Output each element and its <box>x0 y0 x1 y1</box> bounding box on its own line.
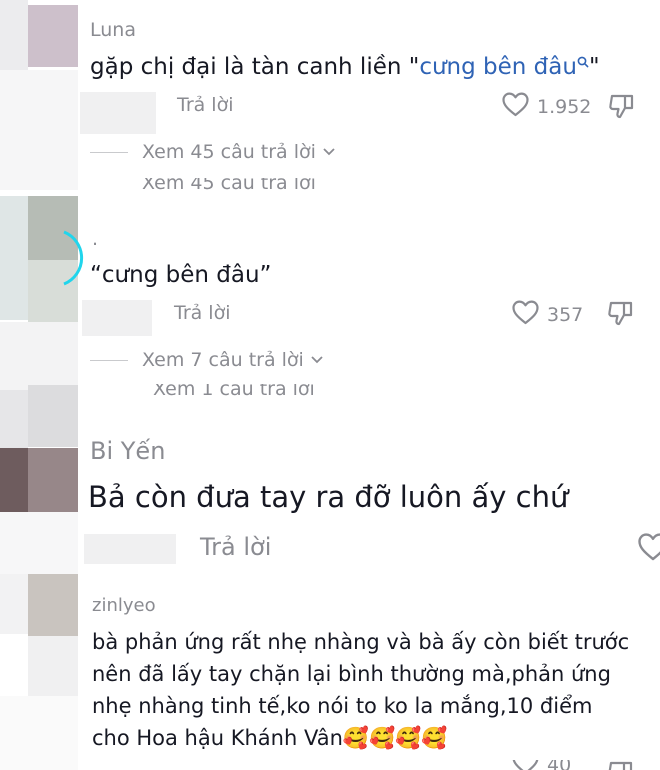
comment-line: nên đã lấy tay chặn lại bình thường mà,p… <box>92 662 611 686</box>
avatar-zinlyeo-left <box>0 574 28 634</box>
like-button[interactable]: 1.952 <box>502 92 591 122</box>
comment-text: gặp chị đại là tàn canh liền "cưng bên đ… <box>90 54 600 80</box>
comment-line: bà phản ứng rất nhẹ nhàng và bà ấy còn b… <box>92 630 630 654</box>
comment-username[interactable]: zinlyeo <box>92 595 156 616</box>
like-button[interactable]: 357 <box>512 300 583 330</box>
comment-username[interactable]: . <box>92 228 98 250</box>
dislike-icon[interactable] <box>607 300 635 331</box>
live-ring-icon <box>60 228 86 293</box>
avatar-strip-c <box>0 512 78 574</box>
view-replies-label: Xem 7 câu trả lời <box>142 349 304 371</box>
avatar-zinlyeo <box>28 574 78 636</box>
avatar-biyen-upper-left <box>0 390 28 448</box>
heart-icon[interactable] <box>502 92 529 122</box>
avatar-biyen-left <box>0 448 28 512</box>
comment-text: “cưng bên đâu” <box>90 262 272 288</box>
dislike-icon[interactable] <box>608 93 636 124</box>
like-count: 40 <box>547 760 571 770</box>
avatar-strip-a <box>0 70 78 190</box>
like-button[interactable]: 40 <box>512 760 571 770</box>
comment-line: nhẹ nhàng tinh tế,ko nói to ko la mắng,1… <box>92 694 593 718</box>
comment-timestamp-blurred <box>80 92 156 134</box>
avatar-dot-user-bg <box>0 196 28 320</box>
comment-timestamp-blurred <box>84 534 176 564</box>
chevron-down-icon <box>310 355 324 365</box>
hashtag-search-link[interactable]: cưng bên đâu <box>419 54 577 80</box>
ghost-view-replies: Xem 45 câu trả lời <box>142 178 316 192</box>
search-icon[interactable] <box>577 50 589 73</box>
reply-button[interactable]: Trả lời <box>174 302 231 324</box>
reply-button[interactable]: Trả lời <box>177 94 234 116</box>
ghost-view-replies: Xem 1 câu trả lời <box>153 384 315 398</box>
avatar-strip-d <box>0 696 78 770</box>
view-replies-button[interactable]: Xem 45 câu trả lời <box>90 141 336 163</box>
view-replies-label: Xem 45 câu trả lời <box>142 141 316 163</box>
heart-icon[interactable] <box>512 760 539 770</box>
comment-username[interactable]: Luna <box>90 19 136 41</box>
reply-button[interactable]: Trả lời <box>200 533 271 561</box>
heart-icon[interactable] <box>638 533 660 566</box>
like-count: 1.952 <box>537 96 592 118</box>
avatar-strip-top <box>0 0 28 70</box>
divider-line <box>90 359 128 361</box>
comment-text-part: " <box>588 54 600 80</box>
avatar-strip-b <box>0 322 78 390</box>
dislike-icon[interactable] <box>607 760 635 770</box>
comment-timestamp-blurred <box>82 300 152 336</box>
comment-text: bà phản ứng rất nhẹ nhàng và bà ấy còn b… <box>92 626 629 754</box>
view-replies-button[interactable]: Xem 7 câu trả lời <box>90 349 324 371</box>
comment-username[interactable]: Bi Yến <box>90 437 165 465</box>
comment-line: cho Hoa hậu Khánh Vân🥰🥰🥰🥰 <box>92 726 448 750</box>
avatar-zinlyeo-lower <box>28 636 78 696</box>
avatar-luna <box>28 5 78 67</box>
heart-icon[interactable] <box>512 300 539 330</box>
comment-text: Bả còn đưa tay ra đỡ luôn ấy chứ <box>88 480 569 514</box>
comment-text-part: gặp chị đại là tàn canh liền " <box>90 54 420 80</box>
avatar-biyen-upper <box>28 385 78 447</box>
chevron-down-icon <box>322 147 336 157</box>
avatar-biyen <box>28 448 78 512</box>
divider-line <box>90 151 128 153</box>
like-count: 357 <box>547 304 584 326</box>
